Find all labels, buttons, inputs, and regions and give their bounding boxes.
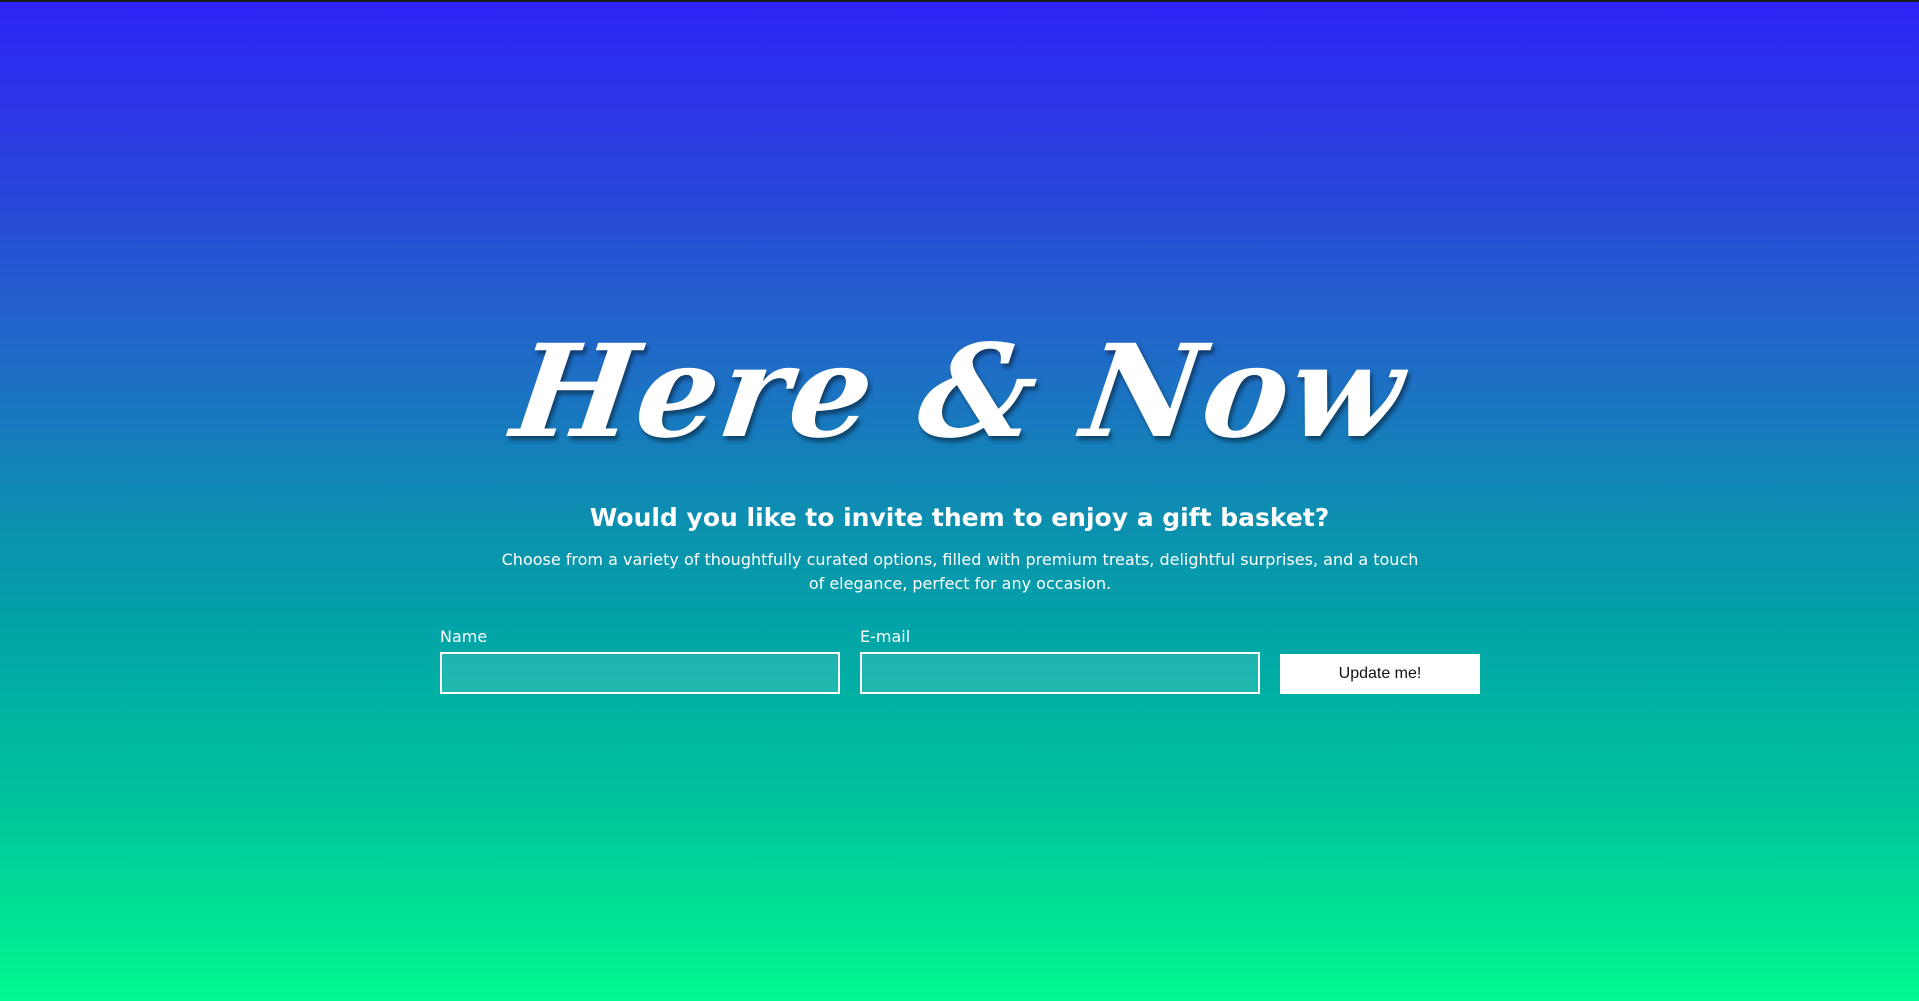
email-input[interactable]	[860, 652, 1260, 694]
hero: Here & Now	[0, 317, 1919, 467]
update-me-button[interactable]: Update me!	[1280, 654, 1480, 694]
invite-description: Choose from a variety of thoughtfully cu…	[501, 550, 1419, 593]
invite-headline: Would you like to invite them to enjoy a…	[589, 503, 1330, 532]
brand-logo-text: Here & Now	[504, 317, 1415, 467]
name-field-group: Name	[440, 626, 840, 694]
top-border	[0, 0, 1919, 2]
name-label: Name	[440, 627, 488, 646]
email-field-group: E-mail	[860, 626, 1260, 694]
email-label: E-mail	[860, 627, 911, 646]
signup-form: Name E-mail Update me!	[440, 626, 1480, 696]
name-input[interactable]	[440, 652, 840, 694]
